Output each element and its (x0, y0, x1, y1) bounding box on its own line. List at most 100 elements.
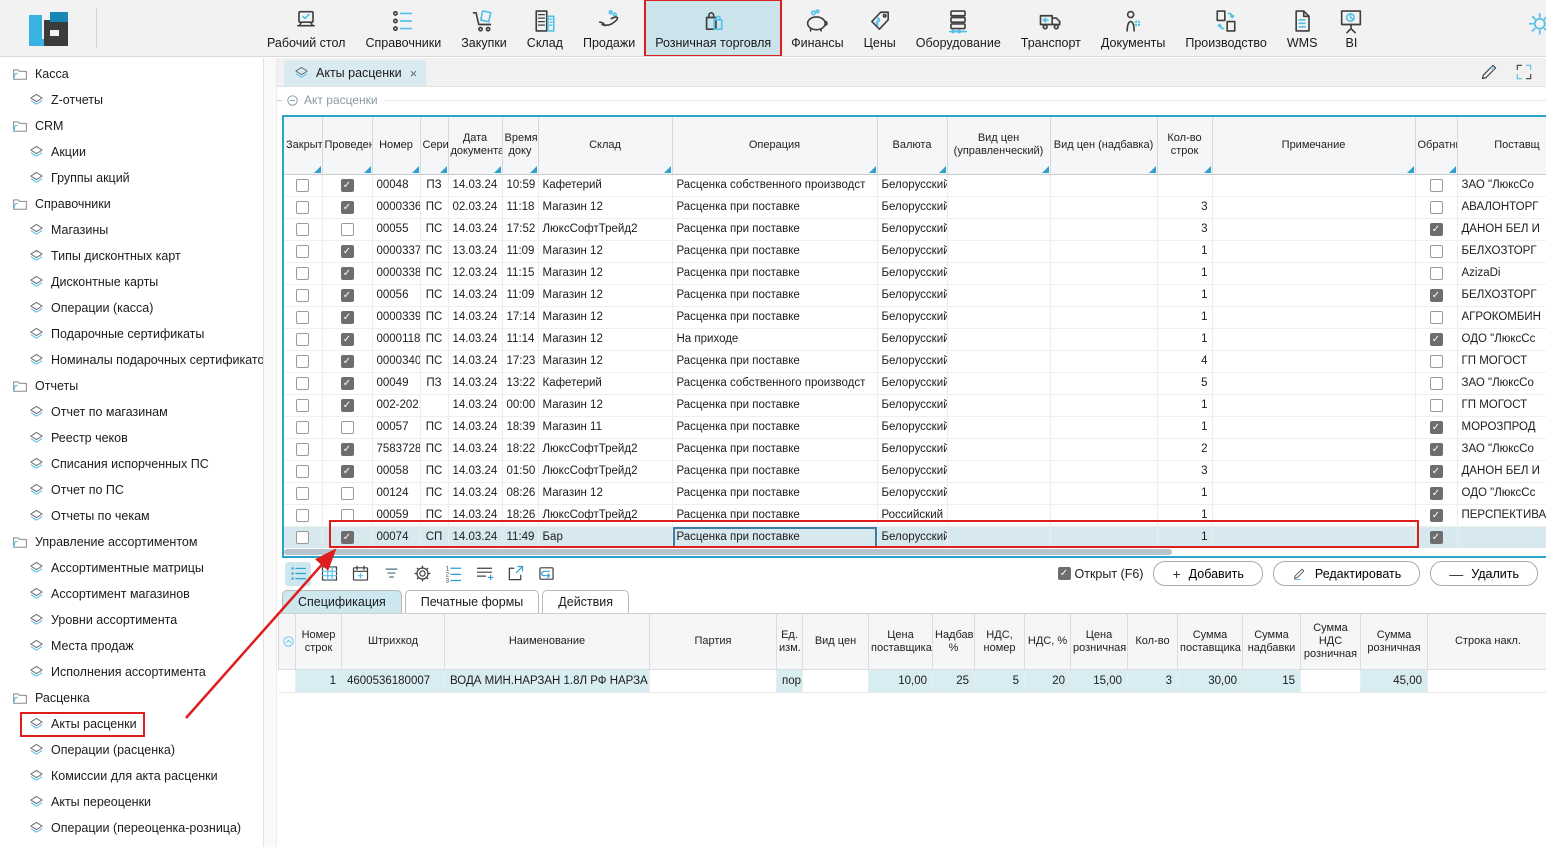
checkbox-checked-icon[interactable] (341, 355, 354, 368)
cell[interactable]: Бар (538, 526, 672, 548)
sidebar-item-15[interactable]: Списания испорченных ПС (0, 451, 263, 477)
cell[interactable]: 14.03.24 (448, 372, 502, 394)
menu-item-6[interactable]: Финансы (781, 0, 853, 56)
cell[interactable] (1212, 438, 1415, 460)
sort-triangle-icon[interactable] (1449, 166, 1456, 173)
cell[interactable]: ПС (420, 504, 448, 526)
gear-icon[interactable] (409, 562, 435, 586)
checkbox-icon[interactable] (296, 465, 309, 478)
cell[interactable] (1212, 504, 1415, 526)
close-icon[interactable]: × (410, 66, 418, 81)
column-header[interactable]: Наименование (445, 614, 650, 670)
open-external-icon[interactable] (502, 562, 528, 586)
checkbox-checked-icon[interactable] (1430, 465, 1443, 478)
cell[interactable]: ЗАО "ЛюксСо (1457, 438, 1546, 460)
collapse-up-icon[interactable] (281, 634, 293, 649)
cell[interactable]: Магазин 12 (538, 394, 672, 416)
cell[interactable] (947, 504, 1050, 526)
table-row[interactable]: 7583728ПС14.03.2418:22ЛюксСофтТрейд2Расц… (284, 438, 1546, 460)
cell[interactable] (947, 350, 1050, 372)
cell[interactable]: ПС (420, 284, 448, 306)
cell[interactable]: ПС (420, 196, 448, 218)
sidebar-item-0[interactable]: Касса (0, 61, 263, 87)
checkbox-icon[interactable] (296, 377, 309, 390)
cell[interactable] (1212, 306, 1415, 328)
cell[interactable]: Магазин 12 (538, 482, 672, 504)
cell[interactable] (284, 526, 322, 548)
cell[interactable]: 0000340 (372, 350, 420, 372)
sidebar-item-19[interactable]: Ассортиментные матрицы (0, 555, 263, 581)
column-header[interactable]: Номер строк (296, 614, 342, 670)
sidebar-item-23[interactable]: Исполнения ассортимента (0, 659, 263, 685)
menu-item-7[interactable]: Цены (854, 0, 906, 56)
cell[interactable]: 7583728 (372, 438, 420, 460)
sidebar-item-12[interactable]: Отчеты (0, 373, 263, 399)
cell[interactable]: 0000339 (372, 306, 420, 328)
checkbox-icon[interactable] (1430, 267, 1443, 280)
cell[interactable] (279, 670, 296, 693)
cell[interactable] (322, 416, 372, 438)
cell[interactable]: БЕЛХОЗТОРГ (1457, 284, 1546, 306)
add-row-icon[interactable] (471, 562, 497, 586)
cell[interactable]: Расценка при поставке (672, 460, 877, 482)
open-checkbox[interactable]: Открыт (F6) (1058, 567, 1144, 581)
cell[interactable]: 00059 (372, 504, 420, 526)
cell[interactable]: 1 (1157, 504, 1212, 526)
collapse-group-icon[interactable] (285, 93, 300, 108)
sort-triangle-icon[interactable] (314, 166, 321, 173)
menu-item-10[interactable]: Документы (1091, 0, 1175, 56)
cell[interactable] (1415, 350, 1457, 372)
menu-item-3[interactable]: Склад (517, 0, 573, 56)
checkbox-icon[interactable] (296, 311, 309, 324)
cell[interactable] (947, 240, 1050, 262)
cell[interactable]: 15,00 (1071, 670, 1128, 693)
table-row[interactable]: 00124ПС14.03.2408:26Магазин 12Расценка п… (284, 482, 1546, 504)
cell[interactable] (1212, 460, 1415, 482)
column-header[interactable]: Поставщ (1457, 117, 1546, 174)
cell[interactable]: Расценка при поставке (672, 284, 877, 306)
cell[interactable] (1212, 394, 1415, 416)
cell[interactable] (1415, 460, 1457, 482)
cell[interactable] (650, 670, 777, 693)
sidebar-item-11[interactable]: Номиналы подарочных сертификатов (0, 347, 263, 373)
menu-item-4[interactable]: Продажи (573, 0, 645, 56)
sort-triangle-icon[interactable] (1042, 166, 1049, 173)
cell[interactable]: 45,00 (1361, 670, 1428, 693)
menu-item-2[interactable]: Закупки (451, 0, 517, 56)
cell[interactable] (1212, 482, 1415, 504)
cell[interactable] (1050, 350, 1157, 372)
cell[interactable] (1415, 438, 1457, 460)
column-header[interactable]: Вид цен (надбавка) (1050, 117, 1157, 174)
cell[interactable]: 4600536180007 (342, 670, 445, 693)
cell[interactable] (284, 438, 322, 460)
fullscreen-icon[interactable] (1514, 62, 1534, 82)
detail-tab-0[interactable]: Спецификация (282, 590, 402, 613)
sort-triangle-icon[interactable] (869, 166, 876, 173)
table-row[interactable]: 0000118ПС14.03.2411:14Магазин 12На прихо… (284, 328, 1546, 350)
column-header[interactable]: Обратный (1415, 117, 1457, 174)
cell[interactable]: Магазин 11 (538, 416, 672, 438)
refresh-icon[interactable] (533, 562, 559, 586)
menu-item-0[interactable]: Рабочий стол (257, 0, 355, 56)
cell[interactable]: 5 (1157, 372, 1212, 394)
cell[interactable]: ПЕРСПЕКТИВА (1457, 504, 1546, 526)
cell[interactable]: МОРОЗПРОД (1457, 416, 1546, 438)
checkbox-checked-icon[interactable] (1430, 421, 1443, 434)
cell[interactable] (322, 218, 372, 240)
cell[interactable]: Белорусский (877, 394, 947, 416)
cell[interactable]: 00124 (372, 482, 420, 504)
cell[interactable] (1050, 218, 1157, 240)
checkbox-checked-icon[interactable] (1430, 333, 1443, 346)
cell[interactable] (1050, 394, 1157, 416)
cell[interactable]: ПЗ (420, 174, 448, 196)
cell[interactable] (947, 262, 1050, 284)
cell[interactable] (947, 218, 1050, 240)
checkbox-icon[interactable] (296, 201, 309, 214)
cell[interactable]: ДАНОН БЕЛ И (1457, 218, 1546, 240)
cell[interactable]: Белорусский (877, 328, 947, 350)
cell[interactable] (284, 460, 322, 482)
checkbox-checked-icon[interactable] (1058, 567, 1071, 580)
table-row[interactable]: 00058ПС14.03.2401:50ЛюксСофтТрейд2Расцен… (284, 460, 1546, 482)
cell[interactable] (284, 328, 322, 350)
cell[interactable]: Расценка при поставке (672, 416, 877, 438)
